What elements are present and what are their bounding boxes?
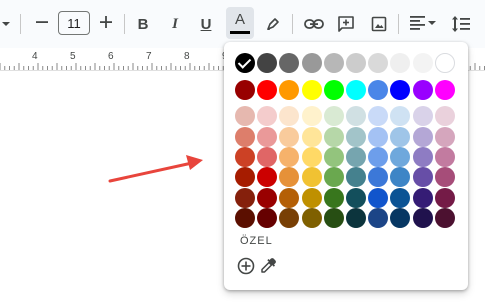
color-swatch[interactable] [323, 79, 344, 100]
color-swatch[interactable] [301, 126, 322, 147]
color-swatch[interactable] [279, 146, 300, 167]
color-swatch[interactable] [412, 126, 433, 147]
color-swatch[interactable] [412, 106, 433, 127]
color-swatch[interactable] [235, 187, 255, 208]
color-swatch[interactable] [390, 106, 411, 127]
color-swatch[interactable] [390, 167, 411, 188]
color-swatch[interactable] [390, 79, 411, 100]
color-swatch[interactable] [301, 146, 322, 167]
color-swatch[interactable] [323, 208, 344, 229]
color-swatch[interactable] [323, 187, 344, 208]
color-swatch[interactable] [368, 208, 389, 229]
color-swatch[interactable] [346, 146, 366, 167]
color-swatch[interactable] [434, 187, 455, 208]
color-swatch[interactable] [235, 106, 255, 127]
color-swatch[interactable] [323, 106, 344, 127]
color-swatch[interactable] [235, 126, 255, 147]
color-swatch[interactable] [235, 167, 255, 188]
color-swatch[interactable] [279, 126, 300, 147]
color-swatch[interactable] [368, 187, 389, 208]
color-swatch[interactable] [346, 187, 366, 208]
color-swatch[interactable] [257, 187, 278, 208]
add-custom-color-icon[interactable] [236, 256, 256, 276]
color-swatch[interactable] [235, 146, 255, 167]
color-swatch[interactable] [346, 126, 366, 147]
color-swatch[interactable] [301, 53, 322, 73]
color-swatch[interactable] [346, 167, 366, 188]
color-swatch[interactable] [368, 53, 389, 73]
custom-color-label: ÖZEL [240, 235, 273, 247]
color-swatch[interactable] [279, 187, 300, 208]
text-color-palette: ÖZEL [224, 42, 468, 290]
color-swatch[interactable] [323, 167, 344, 188]
color-swatch[interactable] [257, 167, 278, 188]
color-swatch[interactable] [412, 79, 433, 100]
color-swatch[interactable] [257, 208, 278, 229]
color-swatch[interactable] [434, 106, 455, 127]
color-swatch[interactable] [368, 167, 389, 188]
color-swatch[interactable] [323, 146, 344, 167]
color-swatch[interactable] [346, 79, 366, 100]
color-swatch[interactable] [301, 79, 322, 100]
color-swatch[interactable] [301, 208, 322, 229]
color-swatch[interactable] [412, 208, 433, 229]
color-swatch[interactable] [257, 146, 278, 167]
color-swatch[interactable] [279, 167, 300, 188]
color-swatch[interactable] [235, 208, 255, 229]
color-swatch[interactable] [346, 53, 366, 73]
color-swatch[interactable] [301, 187, 322, 208]
color-swatch[interactable] [390, 146, 411, 167]
color-swatch[interactable] [346, 208, 366, 229]
color-swatch[interactable] [368, 126, 389, 147]
color-swatch[interactable] [434, 208, 455, 229]
color-swatch[interactable] [279, 53, 300, 73]
color-swatch[interactable] [412, 53, 433, 73]
color-swatch[interactable] [235, 79, 255, 100]
color-swatch[interactable] [390, 187, 411, 208]
color-swatch[interactable] [390, 208, 411, 229]
color-swatch[interactable] [257, 106, 278, 127]
color-swatch[interactable] [412, 146, 433, 167]
color-swatch[interactable] [257, 53, 278, 73]
color-swatch[interactable] [434, 146, 455, 167]
color-swatch[interactable] [323, 53, 344, 73]
eyedropper-icon[interactable] [258, 256, 278, 276]
color-swatch[interactable] [434, 53, 455, 73]
color-swatch[interactable] [368, 79, 389, 100]
color-swatch[interactable] [412, 167, 433, 188]
color-swatch[interactable] [279, 208, 300, 229]
color-swatch[interactable] [390, 53, 411, 73]
color-swatch[interactable] [434, 126, 455, 147]
color-swatch[interactable] [257, 79, 278, 100]
color-swatch[interactable] [279, 106, 300, 127]
color-swatch[interactable] [368, 146, 389, 167]
color-swatch[interactable] [368, 106, 389, 127]
color-swatch[interactable] [323, 126, 344, 147]
color-swatch[interactable] [346, 106, 366, 127]
color-swatch[interactable] [235, 53, 255, 73]
color-swatch[interactable] [301, 106, 322, 127]
color-swatch[interactable] [412, 187, 433, 208]
color-swatch[interactable] [257, 126, 278, 147]
color-swatch[interactable] [434, 79, 455, 100]
color-swatch[interactable] [390, 126, 411, 147]
color-swatch[interactable] [279, 79, 300, 100]
color-swatch[interactable] [434, 167, 455, 188]
color-swatch[interactable] [301, 167, 322, 188]
